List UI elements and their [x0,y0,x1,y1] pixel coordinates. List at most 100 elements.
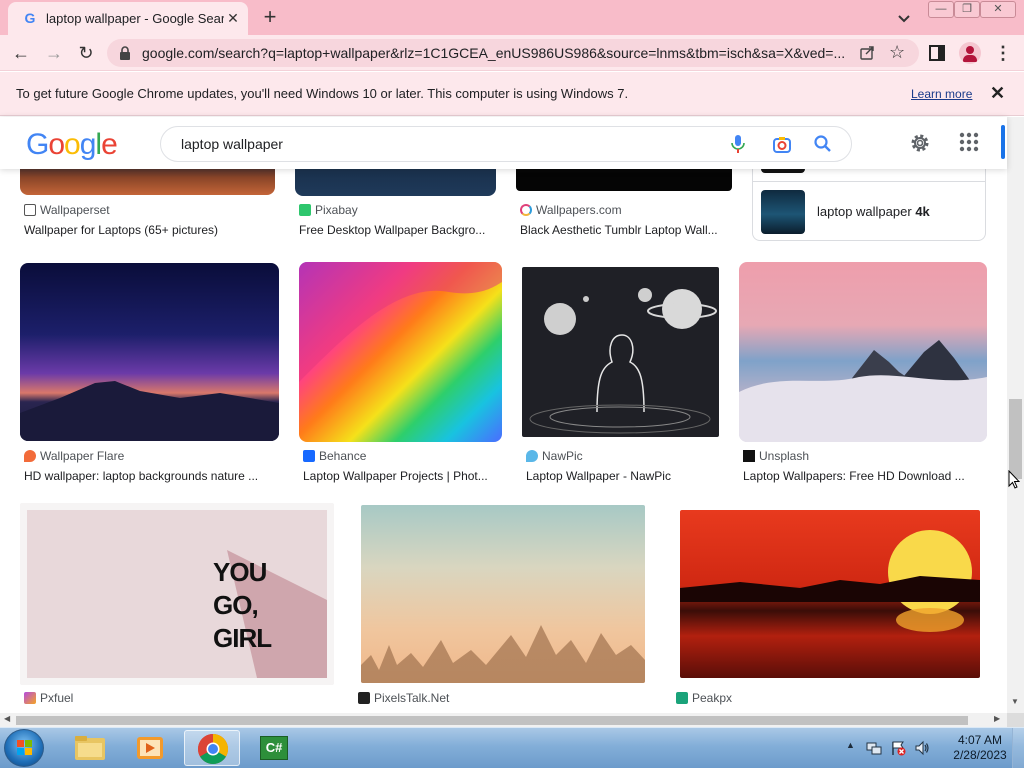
browser-tab[interactable]: G laptop wallpaper - Google Search ✕ [8,2,248,35]
search-results-page: Wallpaperset Wallpaper for Laptops (65+ … [0,117,1007,713]
result-image[interactable] [680,510,980,678]
lock-icon[interactable] [119,46,131,60]
gear-icon[interactable] [908,131,932,155]
result-source[interactable]: Wallpaper Flare [24,449,124,463]
back-arrow-icon[interactable]: ← [8,40,34,66]
address-bar[interactable]: google.com/search?q=laptop+wallpaper&rlz… [107,39,919,67]
action-center-flag-icon[interactable] [890,740,906,756]
result-image[interactable]: YOU GO, GIRL [20,503,334,685]
clock-date: 2/28/2023 [953,748,1007,762]
microphone-icon[interactable] [731,135,745,153]
windows-taskbar: C# ▲ 4:07 AM 2/28/2023 [0,727,1024,768]
result-image[interactable] [20,263,279,441]
mountain-silhouette [20,381,279,441]
flame-icon [24,450,36,462]
forward-arrow-icon[interactable]: → [41,40,67,66]
folder-icon [75,736,105,760]
show-hidden-icons-icon[interactable]: ▲ [846,740,855,750]
side-panel-icon[interactable] [929,45,945,61]
google-logo[interactable]: Google [26,128,118,162]
result-caption[interactable]: Laptop Wallpaper - NawPic [526,469,721,483]
csharp-icon: C# [260,736,288,760]
close-window-button[interactable]: ✕ [980,1,1016,18]
chrome-icon [197,734,229,765]
taskbar-file-explorer[interactable] [62,730,118,766]
result-source[interactable]: Peakpx [676,691,732,705]
new-tab-button[interactable]: + [258,5,282,29]
account-indicator [1001,125,1005,159]
scroll-right-arrow-icon[interactable]: ▶ [994,714,1000,723]
result-source[interactable]: Unsplash [743,449,809,463]
more-menu-icon[interactable]: ⋮ [994,43,1012,63]
restore-window-button[interactable]: ❐ [954,1,980,18]
start-button[interactable] [4,729,44,767]
image-icon [24,204,36,216]
shadow-shape [227,550,327,678]
minimize-window-button[interactable]: — [928,1,954,18]
result-source[interactable]: Behance [303,449,366,463]
chevron-down-icon[interactable] [894,8,914,28]
google-lens-icon[interactable] [772,135,792,155]
result-source[interactable]: PixelsTalk.Net [358,691,449,705]
search-icon[interactable] [813,134,833,154]
result-image[interactable] [299,262,502,442]
result-source[interactable]: Wallpaperset [24,203,110,217]
result-caption[interactable]: HD wallpaper: laptop backgrounds nature … [24,469,274,483]
result-source[interactable]: NawPic [526,449,583,463]
search-query[interactable]: laptop wallpaper [181,136,283,152]
droplet-icon [526,450,538,462]
system-clock[interactable]: 4:07 AM 2/28/2023 [952,733,1008,763]
taskbar-chrome[interactable] [184,730,240,766]
result-caption[interactable]: Black Aesthetic Tumblr Laptop Wall... [520,223,732,237]
vertical-scrollbar[interactable]: ▼ [1007,117,1024,713]
related-thumbnail[interactable] [761,190,805,234]
close-icon[interactable]: ✕ [990,83,1005,104]
pixabay-icon [299,204,311,216]
pixelstalk-icon [358,692,370,704]
result-image[interactable] [361,505,645,683]
volume-icon[interactable] [914,740,930,756]
reload-icon[interactable]: ↻ [73,40,99,66]
scrollbar-corner [1007,713,1024,727]
media-player-icon [137,737,163,759]
taskbar-media-player[interactable] [122,730,178,766]
browser-toolbar: ← → ↻ google.com/search?q=laptop+wallpap… [0,35,1024,71]
image-panel: YOU GO, GIRL [27,510,327,678]
behance-icon [303,450,315,462]
scroll-left-arrow-icon[interactable]: ◀ [4,714,10,723]
image-text: YOU GO, GIRL [213,557,272,653]
bookmark-star-icon[interactable]: ☆ [889,42,905,63]
share-icon[interactable] [859,45,875,61]
space-illustration [529,288,717,434]
scrollbar-thumb[interactable] [16,716,968,725]
url-text[interactable]: google.com/search?q=laptop+wallpaper&rlz… [142,45,848,61]
google-search-header: Google laptop wallpaper [0,117,1007,169]
result-image[interactable] [739,262,987,442]
result-caption[interactable]: Free Desktop Wallpaper Backgro... [299,223,494,237]
learn-more-link[interactable]: Learn more [911,87,972,101]
result-image[interactable] [522,267,719,437]
divider [753,181,985,182]
related-search-chip[interactable]: laptop wallpaper 4k [817,204,930,219]
scroll-down-arrow-icon[interactable]: ▼ [1011,697,1019,706]
profile-avatar[interactable] [959,42,981,64]
horizontal-scrollbar[interactable]: ◀ ▶ [0,713,1007,727]
result-source[interactable]: Wallpapers.com [520,203,622,217]
browser-title-bar: G laptop wallpaper - Google Search ✕ + —… [0,0,1024,35]
show-desktop-button[interactable] [1012,728,1024,768]
taskbar-csharp-app[interactable]: C# [246,730,302,766]
close-tab-icon[interactable]: ✕ [224,9,242,27]
apps-grid-icon[interactable] [959,132,979,152]
result-source[interactable]: Pxfuel [24,691,73,705]
result-caption[interactable]: Wallpaper for Laptops (65+ pictures) [24,223,274,237]
search-input[interactable]: laptop wallpaper [160,126,852,162]
result-caption[interactable]: Laptop Wallpapers: Free HD Download ... [743,469,983,483]
network-icon[interactable] [866,740,882,756]
grass-silhouette [361,625,645,683]
mountain-peaks [739,340,987,442]
result-source[interactable]: Pixabay [299,203,358,217]
scrollbar-thumb[interactable] [1009,399,1022,479]
result-caption[interactable]: Laptop Wallpaper Projects | Phot... [303,469,498,483]
infobar-message: To get future Google Chrome updates, you… [16,86,629,101]
wave-shape [299,262,502,382]
